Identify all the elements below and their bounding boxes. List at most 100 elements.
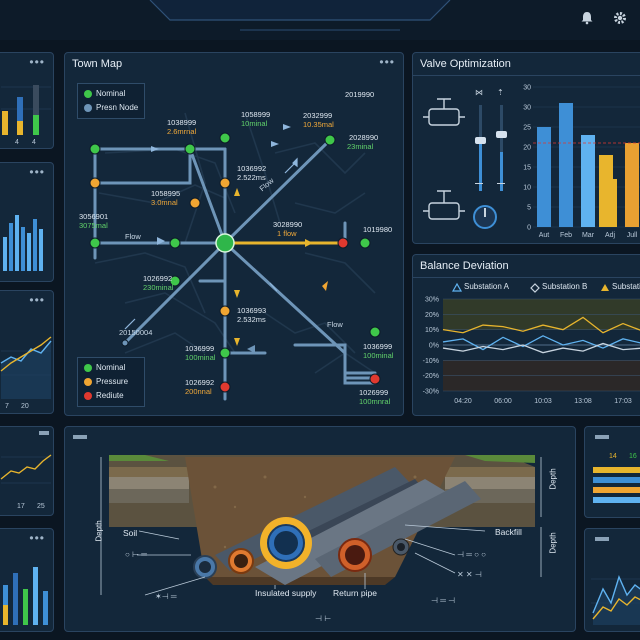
slider-track[interactable] <box>479 105 482 191</box>
y-tick-label: -10% <box>423 358 439 365</box>
svg-text:⊣ ⊢: ⊣ ⊢ <box>315 614 331 623</box>
depth-label: Depth <box>548 468 558 490</box>
valve-bar-chart: 0 5 10 15 20 25 30 30 Aut Feb Mar Adj Jull <box>523 85 640 239</box>
y-tick-label: 0% <box>429 343 439 350</box>
legend-swatch <box>84 392 92 400</box>
tick-label: 25 <box>37 503 45 510</box>
legend-label: Presn Node <box>96 103 139 112</box>
node-value: 3075mal <box>79 221 108 230</box>
node-id: 1036999 <box>363 342 393 351</box>
map-legend-top: Nominal Presn Node <box>77 83 145 119</box>
svg-text:✕ ✕ ⊣: ✕ ✕ ⊣ <box>457 570 482 579</box>
legend-label: Rediute <box>96 391 124 400</box>
x-tick-label: Mar <box>582 232 595 239</box>
left-widget-3-chart <box>0 336 52 399</box>
bar <box>537 127 551 227</box>
left-widget-1-chart <box>1 85 51 135</box>
slider-track[interactable] <box>500 105 503 191</box>
legend-label: Pressure <box>96 377 129 386</box>
balance-deviation-panel: Balance Deviation Substation A Substatio… <box>412 254 640 416</box>
valve-controls: ⋈ ⇡ <box>423 88 504 229</box>
valve-icon <box>423 98 465 126</box>
depth-label: Depth <box>94 520 104 542</box>
town-map-panel: Town Map ••• Nominal Presn Node Nominal … <box>64 52 404 416</box>
node-value: 1 flow <box>277 229 297 238</box>
svg-text:⊣ ═ ⊣: ⊣ ═ ⊣ <box>431 596 455 605</box>
y-tick-label: 30% <box>425 297 439 304</box>
x-tick-label: 13:08 <box>574 398 592 405</box>
node-value: 23minal <box>347 142 374 151</box>
soil-label: Soil <box>123 528 138 538</box>
depth-label: Depth <box>548 532 558 554</box>
node-id: 2019990 <box>345 90 375 99</box>
x-tick-label: Aut <box>539 232 550 239</box>
tick-label: 4 <box>32 139 36 146</box>
node-value: 200nnal <box>185 387 212 396</box>
slider-thumb[interactable] <box>475 137 486 144</box>
y-tick-label: 15 <box>523 165 531 172</box>
left-widget-4: 17 25 <box>0 426 54 516</box>
node-id: 1058999 <box>241 110 271 119</box>
left-widget-5-chart <box>3 567 48 625</box>
y-tick-label: -20% <box>423 373 439 380</box>
bar <box>581 135 595 227</box>
gear-icon[interactable] <box>613 8 633 28</box>
flow-label: Flow <box>125 232 141 241</box>
x-tick-label: 17:03 <box>614 398 632 405</box>
panel-divider <box>413 277 640 278</box>
node-value: 10minal <box>241 119 268 128</box>
top-bar <box>0 0 640 40</box>
svg-text:⊣ ═ ○ ○: ⊣ ═ ○ ○ <box>457 550 486 559</box>
bar <box>599 155 613 227</box>
slider-fill <box>500 152 503 191</box>
map-legend-bottom: Nominal Pressure Rediute <box>77 357 145 407</box>
node-id: 1026992 <box>185 378 215 387</box>
x-tick-label: 10:03 <box>534 398 552 405</box>
y-tick-label: 10 <box>523 185 531 192</box>
node-id: 2032999 <box>303 111 333 120</box>
y-tick-label: 30 <box>523 85 531 92</box>
node-value: 100mnral <box>359 397 391 406</box>
slider-thumb[interactable] <box>496 131 507 138</box>
legend-label: Substation A <box>464 282 509 291</box>
legend-swatch <box>84 364 92 372</box>
node-value: 2.522ms <box>237 173 266 182</box>
left-widget-3: ••• 7 20 <box>0 290 54 414</box>
pipe-cross-section-panel: ○ ⊢ ═ ✶⊣ ═ ⊣ ═ ○ ○ ✕ ✕ ⊣ ⊣ ═ ⊣ ⊣ ⊢ Depth… <box>64 426 576 632</box>
y-tick-label: 10% <box>425 327 439 334</box>
right-widget-1: 14 16 <box>584 426 640 518</box>
legend-swatch <box>84 104 92 112</box>
slider-tick <box>497 183 505 184</box>
legend-label: Substation <box>612 282 640 291</box>
node-value: 100minal <box>185 353 216 362</box>
node-id: 3028990 <box>273 220 303 229</box>
x-tick-label: 06:00 <box>494 398 512 405</box>
backfill-label: Backfill <box>495 527 522 537</box>
tick-label: 4 <box>15 139 19 146</box>
top-bar-frame <box>149 0 451 31</box>
x-tick-label: Adj <box>605 232 616 239</box>
slider-tick <box>475 183 483 184</box>
node-id: 3056901 <box>79 212 109 221</box>
node-value: 2.6mrnal <box>167 127 197 136</box>
bar <box>559 103 573 227</box>
insulated-supply-label: Insulated supply <box>255 588 317 598</box>
bell-icon[interactable] <box>580 8 600 28</box>
node-id: 1038999 <box>167 118 197 127</box>
legend-label: Nominal <box>96 89 126 98</box>
left-widget-5: ••• <box>0 528 54 632</box>
node-id: 1036992 <box>237 164 267 173</box>
legend-label: Substation B <box>542 282 588 291</box>
svg-text:⇡: ⇡ <box>497 88 504 97</box>
right-widget-2-chart <box>591 575 640 625</box>
y-tick-label: 0 <box>527 225 531 232</box>
balance-line-chart: 30% 20% 10% 0% -10% -20% -30% 04:20 06:00 10:03 13… <box>423 297 640 405</box>
y-tick-label: 20 <box>523 145 531 152</box>
y-tick-label: 5 <box>527 205 531 212</box>
valve-icon <box>423 190 465 220</box>
node-id: 1026992 <box>143 274 173 283</box>
y-tick-label: 20% <box>425 312 439 319</box>
node-value: 10.35mal <box>303 120 334 129</box>
tick-label: 7 <box>5 403 9 410</box>
left-widget-2: ••• <box>0 162 54 282</box>
